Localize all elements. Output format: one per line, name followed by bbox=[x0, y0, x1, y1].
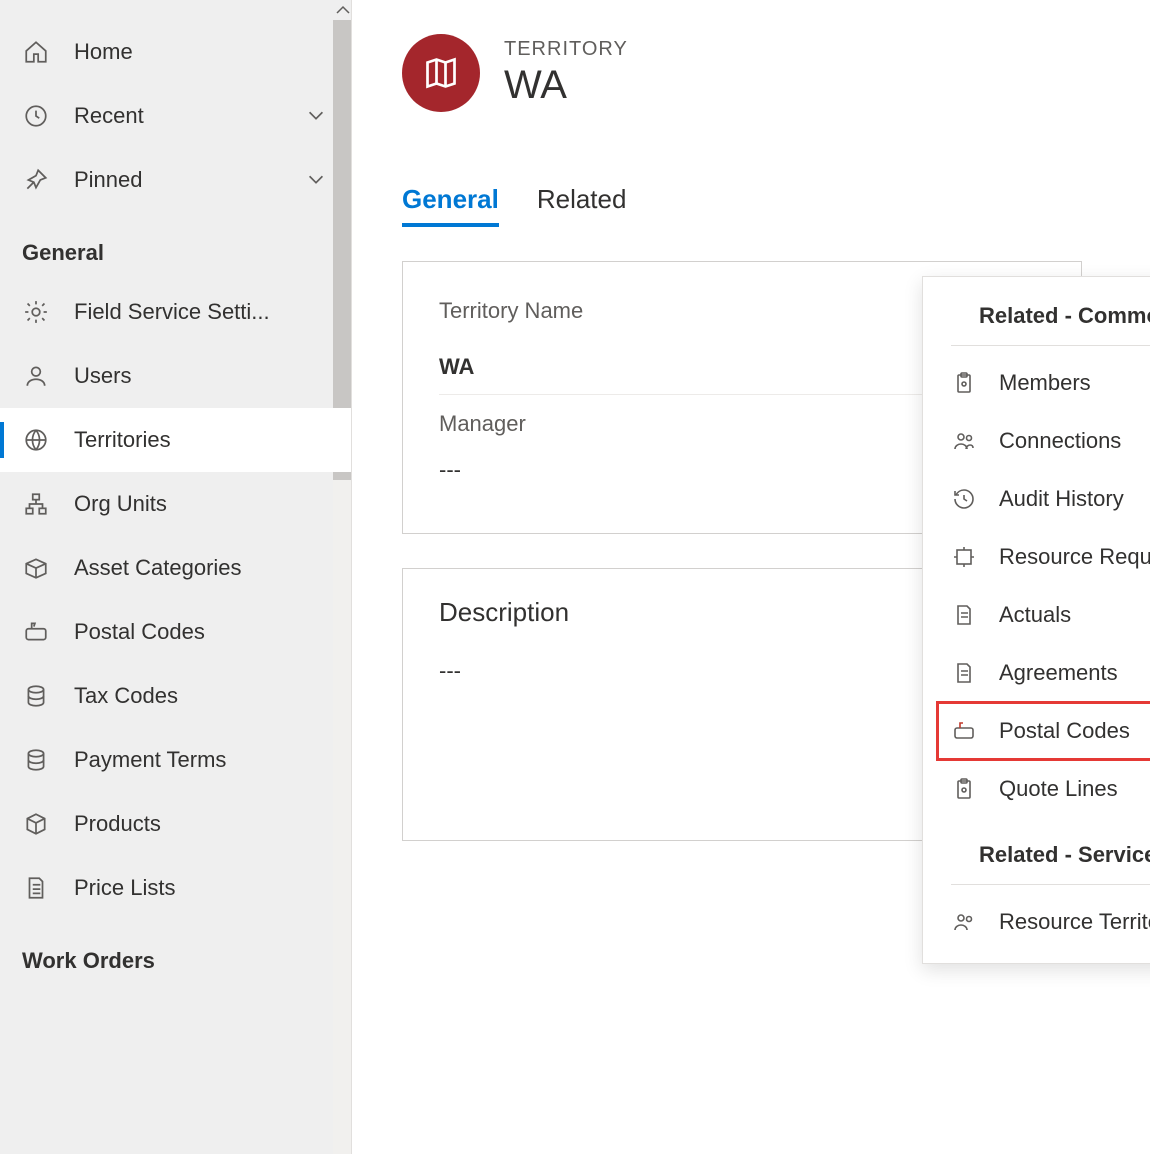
globe-icon bbox=[22, 426, 50, 454]
sidebar-item-products[interactable]: Products bbox=[0, 792, 351, 856]
doc-icon bbox=[951, 660, 977, 686]
nav-label: Products bbox=[74, 811, 329, 837]
dropdown-item-label: Postal Codes bbox=[999, 718, 1130, 744]
mailbox-icon bbox=[951, 718, 977, 744]
nav-label: Tax Codes bbox=[74, 683, 329, 709]
sidebar-item-recent[interactable]: Recent bbox=[0, 84, 351, 148]
stack-icon bbox=[22, 746, 50, 774]
clipboard-gear-icon bbox=[951, 776, 977, 802]
entity-name: WA bbox=[504, 63, 628, 108]
main-content: TERRITORY WA General Related Territory N… bbox=[352, 0, 1150, 1154]
dropdown-item-label: Agreements bbox=[999, 660, 1118, 686]
puzzle-icon bbox=[951, 544, 977, 570]
sidebar-item-org-units[interactable]: Org Units bbox=[0, 472, 351, 536]
dropdown-item-label: Audit History bbox=[999, 486, 1124, 512]
record-header: TERRITORY WA bbox=[402, 34, 1150, 112]
box-open-icon bbox=[22, 554, 50, 582]
chevron-down-icon bbox=[305, 104, 329, 128]
nav-label: Users bbox=[74, 363, 329, 389]
section-label-work-orders: Work Orders bbox=[0, 920, 351, 988]
doc-icon bbox=[22, 874, 50, 902]
dropdown-item-label: Resource Territories bbox=[999, 909, 1150, 935]
related-dropdown: Related - Common Members Connections Aud… bbox=[922, 276, 1150, 964]
sidebar-item-price-lists[interactable]: Price Lists bbox=[0, 856, 351, 920]
dropdown-item-actuals[interactable]: Actuals bbox=[923, 586, 1150, 644]
people-icon bbox=[951, 428, 977, 454]
dropdown-item-resource-requirements[interactable]: Resource Requirements bbox=[923, 528, 1150, 586]
sidebar-item-territories[interactable]: Territories bbox=[0, 408, 351, 472]
entity-type-label: TERRITORY bbox=[504, 38, 628, 61]
dropdown-item-members[interactable]: Members bbox=[923, 354, 1150, 412]
tab-general[interactable]: General bbox=[402, 184, 499, 227]
nav-label: Pinned bbox=[74, 167, 281, 193]
sidebar-item-payment-terms[interactable]: Payment Terms bbox=[0, 728, 351, 792]
nav-label: Payment Terms bbox=[74, 747, 329, 773]
sidebar-item-asset-categories[interactable]: Asset Categories bbox=[0, 536, 351, 600]
sidebar-item-users[interactable]: Users bbox=[0, 344, 351, 408]
dropdown-item-label: Quote Lines bbox=[999, 776, 1118, 802]
dropdown-item-connections[interactable]: Connections bbox=[923, 412, 1150, 470]
nav-label: Territories bbox=[74, 427, 329, 453]
entity-avatar bbox=[402, 34, 480, 112]
orgunit-icon bbox=[22, 490, 50, 518]
sidebar-item-pinned[interactable]: Pinned bbox=[0, 148, 351, 212]
user-icon bbox=[22, 362, 50, 390]
history-icon bbox=[951, 486, 977, 512]
sidebar: Home Recent Pinned General Field Service… bbox=[0, 0, 352, 1154]
dropdown-item-label: Resource Requirements bbox=[999, 544, 1150, 570]
nav-label: Home bbox=[74, 39, 329, 65]
nav-label: Postal Codes bbox=[74, 619, 329, 645]
sidebar-item-home[interactable]: Home bbox=[0, 20, 351, 84]
clock-icon bbox=[22, 102, 50, 130]
sidebar-item-postal-codes[interactable]: Postal Codes bbox=[0, 600, 351, 664]
dropdown-item-label: Actuals bbox=[999, 602, 1071, 628]
chevron-up-icon bbox=[335, 4, 351, 16]
chevron-down-icon bbox=[305, 168, 329, 192]
nav-label: Recent bbox=[74, 103, 281, 129]
home-icon bbox=[22, 38, 50, 66]
section-label-general: General bbox=[0, 212, 351, 280]
dropdown-section-service: Related - Service bbox=[951, 832, 1150, 885]
dropdown-item-label: Members bbox=[999, 370, 1091, 396]
nav-label: Field Service Setti... bbox=[74, 299, 329, 325]
dropdown-item-postal-codes[interactable]: Postal Codes bbox=[937, 702, 1150, 760]
clipboard-gear-icon bbox=[951, 370, 977, 396]
tab-related[interactable]: Related bbox=[537, 184, 627, 227]
dropdown-item-quote-lines[interactable]: Quote Lines bbox=[923, 760, 1150, 818]
dropdown-item-audit-history[interactable]: Audit History bbox=[923, 470, 1150, 528]
dropdown-item-resource-territories[interactable]: Resource Territories bbox=[923, 893, 1150, 951]
dropdown-item-label: Connections bbox=[999, 428, 1121, 454]
mailbox-icon bbox=[22, 618, 50, 646]
nav-label: Org Units bbox=[74, 491, 329, 517]
doc-icon bbox=[951, 602, 977, 628]
people-icon bbox=[951, 909, 977, 935]
sidebar-item-field-service-settings[interactable]: Field Service Setti... bbox=[0, 280, 351, 344]
nav-label: Asset Categories bbox=[74, 555, 329, 581]
map-icon bbox=[423, 55, 459, 91]
sidebar-item-tax-codes[interactable]: Tax Codes bbox=[0, 664, 351, 728]
stack-icon bbox=[22, 682, 50, 710]
scroll-up-button[interactable] bbox=[0, 0, 351, 20]
pin-icon bbox=[22, 166, 50, 194]
cube-icon bbox=[22, 810, 50, 838]
dropdown-section-common: Related - Common bbox=[951, 303, 1150, 346]
form-tabs: General Related bbox=[402, 184, 1150, 227]
dropdown-item-agreements[interactable]: Agreements bbox=[923, 644, 1150, 702]
gear-icon bbox=[22, 298, 50, 326]
nav-label: Price Lists bbox=[74, 875, 329, 901]
